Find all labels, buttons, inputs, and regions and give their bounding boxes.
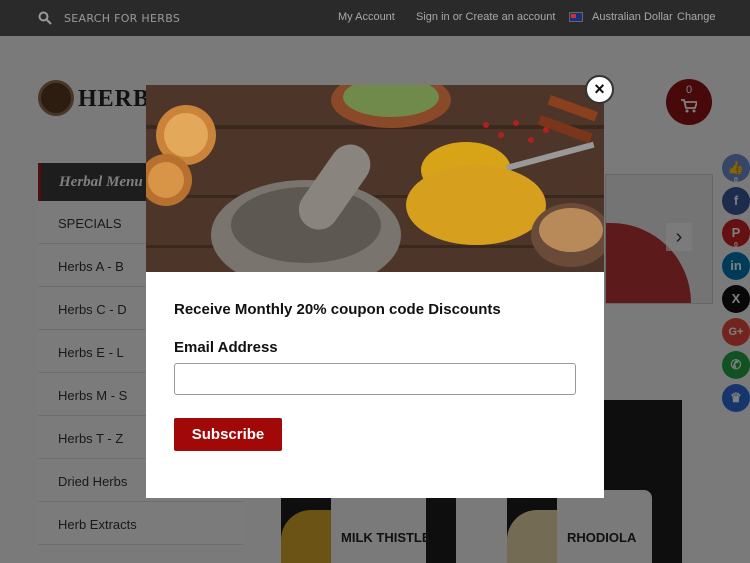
my-account-link[interactable]: My Account xyxy=(338,11,395,23)
newsletter-modal: Receive Monthly 20% coupon code Discount… xyxy=(146,85,604,498)
top-bar: SEARCH FOR HERBS My Account Sign in or C… xyxy=(0,0,750,36)
subscribe-button[interactable]: Subscribe xyxy=(174,418,282,451)
close-button[interactable]: × xyxy=(585,75,614,104)
currency-change-link[interactable]: Change xyxy=(677,11,716,23)
sign-in-link[interactable]: Sign in or Create an account xyxy=(416,11,555,23)
search-icon[interactable] xyxy=(38,11,52,25)
spices-hero-image xyxy=(146,85,604,272)
search-input[interactable]: SEARCH FOR HERBS xyxy=(64,12,180,25)
australia-flag-icon xyxy=(569,12,583,22)
close-icon: × xyxy=(594,79,605,99)
currency-label: Australian Dollar xyxy=(592,11,673,23)
modal-heading: Receive Monthly 20% coupon code Discount… xyxy=(174,301,501,318)
email-label: Email Address xyxy=(174,339,278,356)
email-field[interactable] xyxy=(174,363,576,395)
